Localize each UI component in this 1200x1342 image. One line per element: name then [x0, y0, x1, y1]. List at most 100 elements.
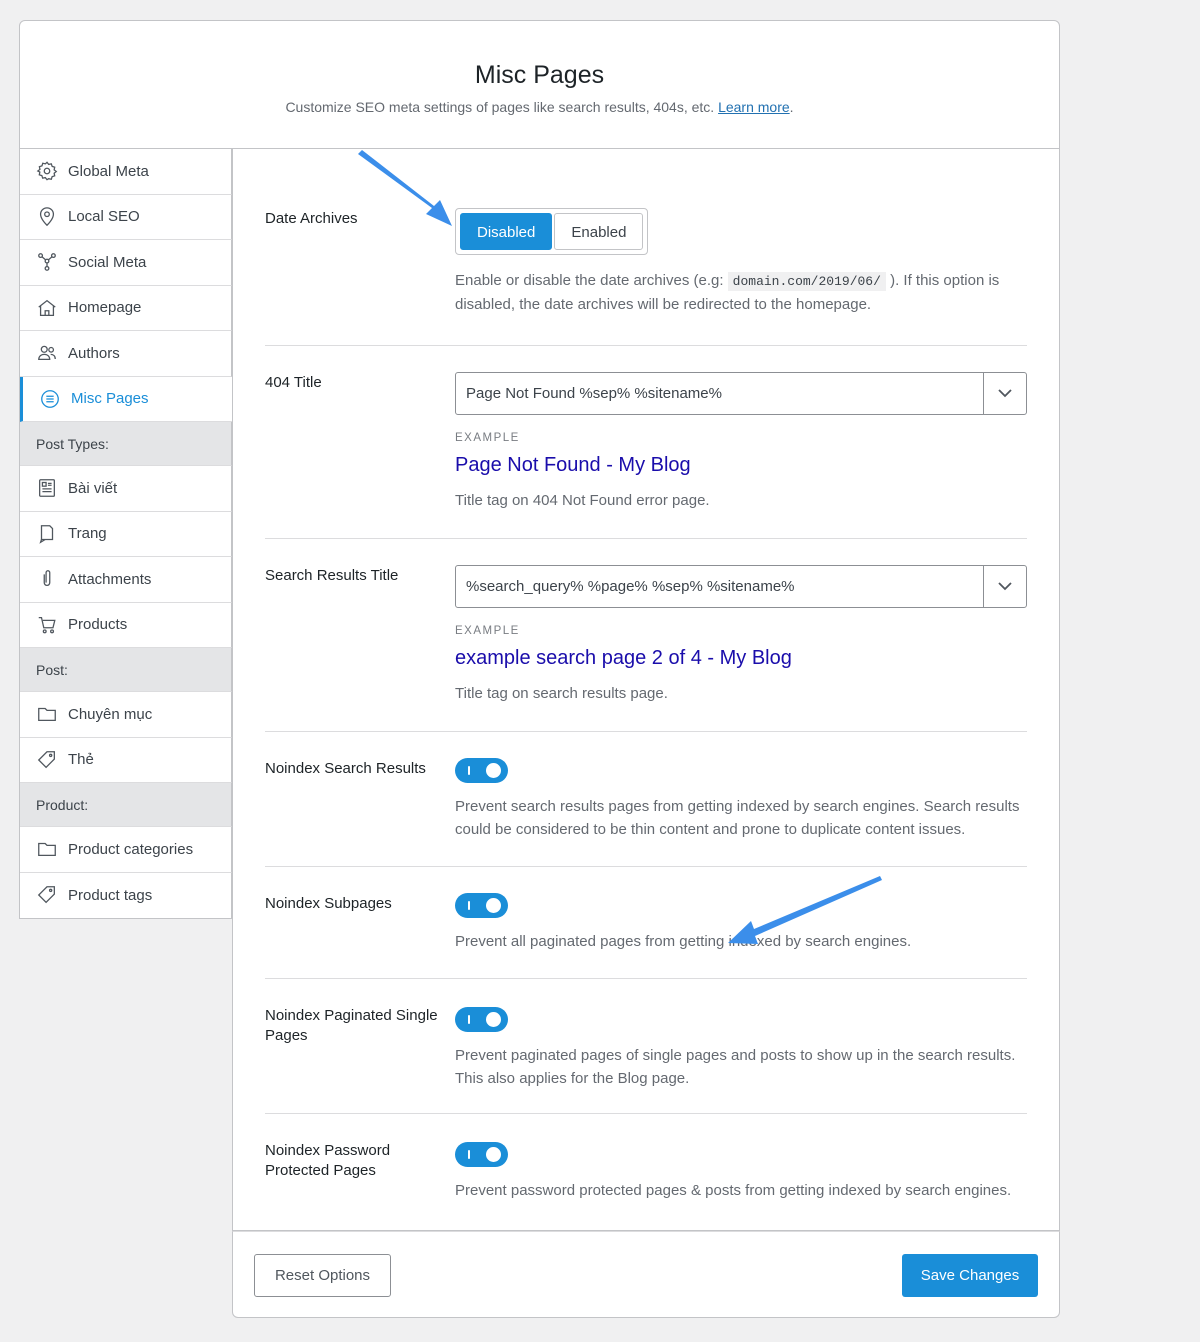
toggle-knob — [486, 1147, 501, 1162]
noindex-paginated-single-toggle[interactable] — [455, 1007, 508, 1032]
desc-code: domain.com/2019/06/ — [727, 272, 886, 291]
cart-icon — [36, 614, 58, 636]
toggle-knob — [486, 1012, 501, 1027]
setting-noindex-paginated-single: Noindex Paginated Single Pages Prevent p… — [265, 979, 1027, 1114]
sidebar-item-product-tags[interactable]: Product tags — [20, 872, 232, 918]
subtitle-text: Customize SEO meta settings of pages lik… — [285, 99, 715, 115]
sidebar-item-the[interactable]: Thẻ — [20, 737, 232, 783]
setting-label: Date Archives — [265, 210, 358, 227]
setting-description: Title tag on search results page. — [455, 685, 668, 702]
sidebar-item-products[interactable]: Products — [20, 602, 232, 648]
setting-label: Noindex Search Results — [265, 760, 426, 777]
toggle-on-mark — [468, 901, 470, 910]
folder-icon — [36, 838, 58, 860]
sidebar-group-post: Post: — [20, 648, 232, 692]
sidebar-item-label: Authors — [68, 344, 120, 362]
option-disabled-button[interactable]: Disabled — [460, 213, 553, 250]
sidebar-item-misc-pages[interactable]: Misc Pages — [20, 376, 232, 422]
setting-description: Prevent password protected pages & posts… — [455, 1182, 1012, 1199]
reset-options-button[interactable]: Reset Options — [254, 1254, 391, 1297]
sidebar-item-homepage[interactable]: Homepage — [20, 285, 232, 331]
sidebar-item-label: Global Meta — [68, 162, 149, 180]
noindex-search-toggle[interactable] — [455, 758, 508, 783]
page-icon — [36, 523, 58, 545]
sidebar: Global Meta Local SEO Social Meta Homepa… — [19, 149, 232, 919]
setting-noindex-search: Noindex Search Results Prevent search re… — [265, 732, 1027, 867]
sidebar-item-label: Local SEO — [68, 208, 140, 226]
gear-icon — [36, 160, 58, 182]
sidebar-item-label: Product tags — [68, 886, 153, 904]
sidebar-item-bai-viet[interactable]: Bài viết — [20, 466, 232, 512]
page-subtitle: Customize SEO meta settings of pages lik… — [20, 99, 1059, 115]
sidebar-group-product: Product: — [20, 783, 232, 827]
noindex-subpages-toggle[interactable] — [455, 893, 508, 918]
setting-404-title: 404 Title Page Not Found %sep% %sitename… — [265, 346, 1027, 539]
tag-icon — [36, 749, 58, 771]
setting-label: 404 Title — [265, 374, 322, 391]
subtitle-period: . — [789, 99, 794, 115]
page-title: Misc Pages — [474, 61, 605, 89]
list-circle-icon — [39, 388, 61, 410]
users-icon — [36, 342, 58, 364]
sidebar-item-label: Homepage — [68, 299, 142, 317]
setting-search-results-title: Search Results Title %search_query% %pag… — [265, 539, 1027, 732]
setting-label: Search Results Title — [265, 567, 399, 584]
footer-bar: Reset Options Save Changes — [232, 1231, 1060, 1318]
sidebar-item-local-seo[interactable]: Local SEO — [20, 194, 232, 240]
date-archives-toggle-group: Disabled Enabled — [455, 208, 649, 255]
sidebar-item-trang[interactable]: Trang — [20, 511, 232, 557]
chevron-down-icon[interactable] — [983, 566, 1026, 607]
share-network-icon — [36, 251, 58, 273]
example-title: example search page 2 of 4 - My Blog — [455, 647, 792, 669]
setting-description: Prevent search results pages from gettin… — [455, 798, 1020, 838]
example-label: EXAMPLE — [455, 432, 520, 444]
settings-panel: Date Archives Disabled Enabled Enable or… — [232, 149, 1060, 1231]
setting-description: Prevent paginated pages of single pages … — [455, 1047, 1016, 1087]
setting-label: Noindex Paginated Single Pages — [265, 1007, 438, 1044]
sidebar-item-authors[interactable]: Authors — [20, 331, 232, 377]
example-title: Page Not Found - My Blog — [455, 454, 691, 476]
toggle-on-mark — [468, 766, 470, 775]
chevron-down-icon[interactable] — [983, 373, 1026, 414]
toggle-on-mark — [468, 1150, 470, 1159]
option-enabled-button[interactable]: Enabled — [554, 213, 644, 250]
setting-description: Prevent all paginated pages from getting… — [455, 933, 912, 950]
sidebar-item-label: Product categories — [68, 840, 194, 858]
save-changes-button[interactable]: Save Changes — [902, 1254, 1038, 1297]
paperclip-icon — [36, 568, 58, 590]
sidebar-group-post-types: Post Types: — [20, 422, 232, 466]
sidebar-item-chuyen-muc[interactable]: Chuyên mục — [20, 692, 232, 738]
location-pin-icon — [36, 206, 58, 228]
setting-description: Enable or disable the date archives (e.g… — [455, 269, 1027, 316]
title-404-select[interactable]: Page Not Found %sep% %sitename% — [455, 372, 1027, 415]
setting-label: Noindex Subpages — [265, 895, 392, 912]
noindex-password-toggle[interactable] — [455, 1142, 508, 1167]
setting-noindex-password: Noindex Password Protected Pages Prevent… — [265, 1114, 1027, 1231]
tag-icon — [36, 884, 58, 906]
sidebar-item-label: Chuyên mục — [68, 705, 153, 723]
sidebar-item-label: Attachments — [68, 570, 152, 588]
setting-description: Title tag on 404 Not Found error page. — [455, 492, 710, 509]
sidebar-item-social-meta[interactable]: Social Meta — [20, 240, 232, 286]
page-header: Misc Pages Customize SEO meta settings o… — [19, 20, 1060, 149]
select-value: %search_query% %page% %sep% %sitename% — [466, 578, 795, 595]
toggle-knob — [486, 763, 501, 778]
sidebar-item-label: Trang — [68, 525, 107, 543]
sidebar-item-attachments[interactable]: Attachments — [20, 557, 232, 603]
sidebar-item-label: Thẻ — [68, 751, 94, 769]
sidebar-item-label: Social Meta — [68, 253, 147, 271]
sidebar-item-label: Products — [68, 616, 128, 634]
home-icon — [36, 297, 58, 319]
setting-label: Noindex Password Protected Pages — [265, 1142, 391, 1179]
setting-noindex-subpages: Noindex Subpages Prevent all paginated p… — [265, 867, 1027, 979]
select-value: Page Not Found %sep% %sitename% — [466, 385, 722, 402]
example-label: EXAMPLE — [455, 625, 520, 637]
sidebar-item-global-meta[interactable]: Global Meta — [20, 149, 232, 195]
sidebar-item-product-categories[interactable]: Product categories — [20, 827, 232, 873]
toggle-knob — [486, 898, 501, 913]
sidebar-item-label: Bài viết — [68, 479, 118, 497]
post-icon — [36, 477, 58, 499]
sidebar-item-label: Misc Pages — [71, 390, 149, 408]
learn-more-link[interactable]: Learn more — [718, 99, 790, 115]
search-title-select[interactable]: %search_query% %page% %sep% %sitename% — [455, 565, 1027, 608]
